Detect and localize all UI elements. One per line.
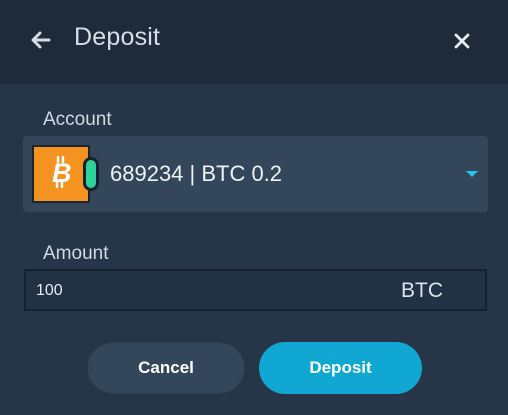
bitcoin-tile: B	[32, 145, 90, 203]
deposit-dialog: Deposit Account B 689234 | BTC 0.2 Amoun…	[0, 0, 508, 415]
selected-account-value: 689234 | BTC 0.2	[110, 161, 283, 186]
bitcoin-icon: B	[46, 154, 76, 195]
dropdown-caret-icon	[464, 166, 480, 182]
account-status-indicator	[83, 157, 99, 191]
account-label: Account	[43, 109, 112, 130]
dialog-title: Deposit	[74, 23, 161, 51]
amount-unit: BTC	[401, 279, 443, 302]
cancel-button[interactable]: Cancel	[87, 342, 245, 394]
amount-input[interactable]	[36, 277, 376, 305]
amount-label: Amount	[43, 243, 109, 264]
amount-field[interactable]: BTC	[24, 269, 487, 311]
back-button[interactable]	[27, 28, 55, 56]
dialog-header: Deposit	[0, 0, 508, 85]
close-icon	[452, 31, 472, 56]
close-button[interactable]	[448, 29, 476, 57]
deposit-button[interactable]: Deposit	[259, 342, 422, 394]
arrow-left-icon	[30, 29, 52, 56]
account-select[interactable]: B 689234 | BTC 0.2	[23, 136, 488, 212]
